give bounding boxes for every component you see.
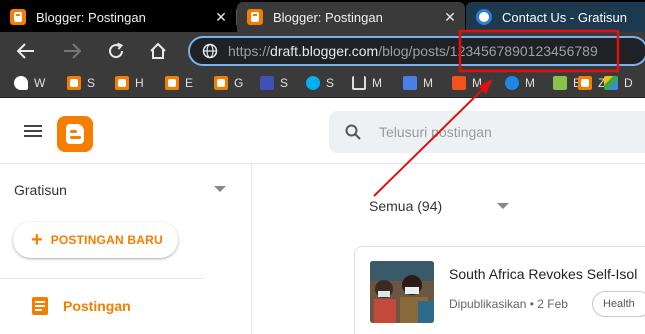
reload-button[interactable]	[102, 38, 130, 64]
post-list-item[interactable]: South Africa Revokes Self-Isol Dipublika…	[354, 246, 645, 334]
back-button[interactable]	[12, 38, 40, 64]
bookmark-label: W	[34, 76, 46, 90]
blogger-icon	[260, 76, 274, 90]
url-host: draft.blogger.com	[270, 43, 379, 59]
drive-icon	[604, 76, 618, 90]
translate-icon	[403, 76, 417, 90]
search-placeholder: Telusuri postingan	[379, 124, 492, 140]
blogger-icon	[578, 76, 592, 90]
bookmark-item[interactable]: S	[67, 76, 95, 90]
tab-title: Blogger: Postingan	[36, 9, 146, 25]
url-text: https://draft.blogger.com/blog/posts/123…	[228, 43, 598, 59]
menu-icon[interactable]	[24, 125, 42, 137]
browser-tab[interactable]: Contact Us - Gratisun	[466, 2, 645, 32]
home-icon	[150, 42, 166, 59]
search-icon	[345, 124, 361, 140]
skype-icon	[306, 76, 320, 90]
globe-icon	[202, 43, 218, 59]
bird-icon	[14, 76, 28, 90]
bookmark-item[interactable]: M	[403, 76, 433, 90]
globe-icon	[476, 9, 492, 25]
bookmark-label: E	[185, 76, 194, 90]
image-icon	[553, 76, 567, 90]
bookmarks-bar: W S H E G S S M M M M B Z D	[0, 70, 645, 98]
bookmark-label: M	[423, 76, 433, 90]
caret-down-icon[interactable]	[497, 203, 509, 209]
cart-icon	[352, 76, 366, 90]
post-thumbnail	[370, 261, 434, 323]
sidebar-item-posts[interactable]: Postingan	[32, 297, 131, 315]
browser-tab[interactable]: Blogger: Postingan ✕	[0, 2, 236, 32]
sidebar-item-label: Postingan	[63, 298, 131, 314]
blogger-icon	[165, 76, 179, 90]
blogger-icon	[214, 76, 228, 90]
bookmark-item[interactable]: S	[306, 76, 334, 90]
arrow-left-icon	[17, 43, 34, 59]
url-path: /blog/posts/1234567890123456789	[378, 43, 598, 59]
url-scheme: https://	[228, 43, 271, 59]
plus-icon: +	[31, 229, 43, 251]
post-title[interactable]: South Africa Revokes Self-Isol	[449, 266, 645, 282]
blogger-icon	[115, 76, 129, 90]
bookmark-item[interactable]: M	[452, 76, 482, 90]
bookmark-label: S	[87, 76, 96, 90]
main-content: Semua (94) South Africa Revokes Self-Iso…	[253, 164, 645, 334]
blogger-icon	[247, 9, 263, 25]
bookmark-item[interactable]: M	[505, 76, 535, 90]
tab-title: Contact Us - Gratisun	[502, 9, 627, 25]
close-icon[interactable]: ✕	[214, 10, 228, 24]
bookmark-label: H	[135, 76, 144, 90]
bookmark-item[interactable]: M	[352, 76, 382, 90]
bookmark-item[interactable]: G	[214, 76, 243, 90]
browser-tab-strip: Blogger: Postingan ✕ Blogger: Postingan …	[0, 0, 645, 32]
bookmark-label: M	[372, 76, 382, 90]
reload-icon	[109, 42, 124, 59]
post-status: Dipublikasikan • 2 Feb	[449, 297, 568, 311]
search-input[interactable]: Telusuri postingan	[329, 111, 645, 153]
bookmark-item[interactable]: S	[260, 76, 288, 90]
a-icon	[452, 76, 466, 90]
blogger-icon	[67, 76, 81, 90]
blog-selector[interactable]: Gratisun	[14, 182, 67, 198]
home-button[interactable]	[144, 38, 172, 64]
bookmark-item[interactable]: W	[14, 76, 45, 90]
bookmark-label: M	[525, 76, 535, 90]
bookmark-item[interactable]: B	[553, 76, 581, 90]
sidebar: Gratisun + POSTINGAN BARU Postingan	[0, 164, 252, 334]
new-post-label: POSTINGAN BARU	[50, 233, 163, 247]
bookmark-label: S	[280, 76, 289, 90]
eye-icon	[505, 76, 519, 90]
divider	[0, 278, 204, 279]
browser-tab-active[interactable]: Blogger: Postingan ✕	[237, 2, 465, 32]
arrow-right-icon	[64, 43, 81, 59]
label-chip[interactable]: Health	[592, 291, 645, 317]
new-post-button[interactable]: + POSTINGAN BARU	[13, 222, 178, 258]
blogger-logo[interactable]	[57, 116, 93, 152]
app-header: Telusuri postingan	[0, 98, 645, 164]
browser-toolbar: https://draft.blogger.com/blog/posts/123…	[0, 32, 645, 70]
caret-down-icon[interactable]	[214, 186, 226, 192]
bookmark-label: G	[234, 76, 244, 90]
bookmark-label: D	[624, 76, 633, 90]
tab-title: Blogger: Postingan	[273, 9, 383, 25]
bookmark-item[interactable]: D	[604, 76, 633, 90]
bookmark-item[interactable]: H	[115, 76, 144, 90]
post-filter[interactable]: Semua (94)	[369, 198, 442, 214]
bookmark-item[interactable]: E	[165, 76, 193, 90]
address-bar[interactable]: https://draft.blogger.com/blog/posts/123…	[188, 36, 645, 66]
blogger-icon	[10, 9, 26, 25]
document-icon	[32, 297, 48, 315]
bookmark-item[interactable]: Z	[578, 76, 605, 90]
forward-button[interactable]	[58, 38, 86, 64]
bookmark-label: S	[326, 76, 335, 90]
close-icon[interactable]: ✕	[443, 10, 457, 24]
bookmark-label: M	[472, 76, 482, 90]
